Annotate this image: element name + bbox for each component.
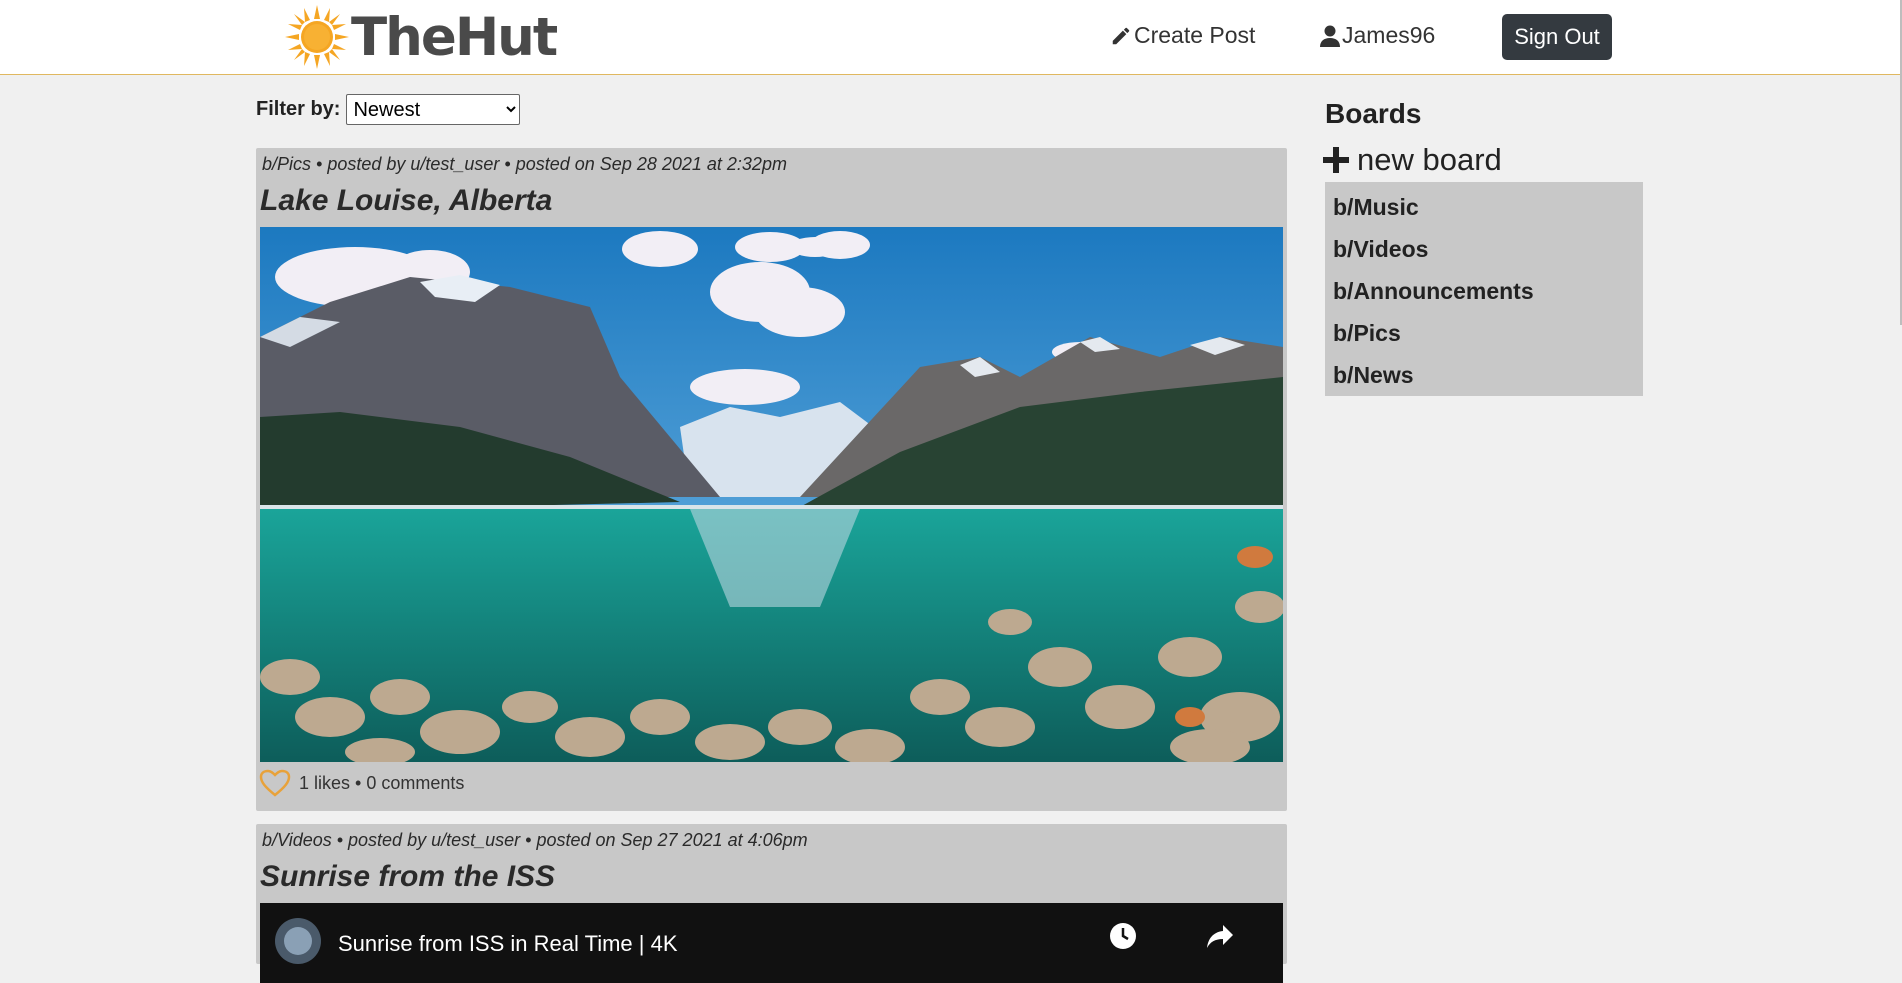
channel-avatar — [275, 918, 321, 964]
sign-out-button[interactable]: Sign Out — [1502, 14, 1612, 60]
post-image[interactable] — [260, 227, 1283, 762]
new-board-label: new board — [1357, 142, 1502, 177]
board-item-news[interactable]: b/News — [1325, 354, 1643, 396]
filter-select[interactable]: Newest — [346, 94, 521, 125]
filter-label: Filter by: — [256, 98, 341, 120]
post-title[interactable]: Lake Louise, Alberta — [260, 184, 552, 218]
pencil-icon — [1112, 27, 1130, 44]
logo[interactable]: TheHut — [285, 4, 558, 70]
board-list: b/Music b/Videos b/Announcements b/Pics … — [1325, 182, 1643, 396]
post-title[interactable]: Sunrise from the ISS — [260, 860, 555, 894]
post-stats: 1 likes • 0 comments — [299, 772, 465, 793]
heart-icon[interactable] — [259, 769, 291, 797]
board-item-videos[interactable]: b/Videos — [1325, 228, 1643, 270]
post-footer: 1 likes • 0 comments — [259, 769, 464, 797]
share-icon[interactable] — [1205, 921, 1235, 951]
board-item-pics[interactable]: b/Pics — [1325, 312, 1643, 354]
navbar: TheHut Create Post James96 Sign Out — [0, 0, 1902, 75]
create-post-link[interactable]: Create Post — [1110, 22, 1255, 49]
boards-heading: Boards — [1325, 98, 1422, 129]
create-post-label: Create Post — [1134, 22, 1256, 48]
sun-icon — [285, 5, 349, 69]
new-board-button[interactable]: new board — [1323, 142, 1502, 178]
board-item-announcements[interactable]: b/Announcements — [1325, 270, 1643, 312]
plus-icon — [1323, 147, 1349, 173]
post-meta: b/Pics • posted by u/test_user • posted … — [262, 154, 787, 174]
video-title[interactable]: Sunrise from ISS in Real Time | 4K — [338, 931, 678, 957]
post-meta: b/Videos • posted by u/test_user • poste… — [262, 830, 808, 850]
post-card[interactable]: b/Pics • posted by u/test_user • posted … — [256, 148, 1287, 811]
user-icon — [1320, 25, 1340, 47]
logo-text: TheHut — [351, 6, 558, 68]
username-label: James96 — [1342, 22, 1436, 48]
board-item-music[interactable]: b/Music — [1325, 186, 1643, 228]
filter-bar: Filter by: Newest — [256, 94, 521, 125]
video-embed[interactable]: Sunrise from ISS in Real Time | 4K — [260, 903, 1283, 983]
user-profile-link[interactable]: James96 — [1320, 22, 1435, 49]
watch-later-icon[interactable] — [1108, 921, 1138, 951]
post-card[interactable]: b/Videos • posted by u/test_user • poste… — [256, 824, 1287, 983]
